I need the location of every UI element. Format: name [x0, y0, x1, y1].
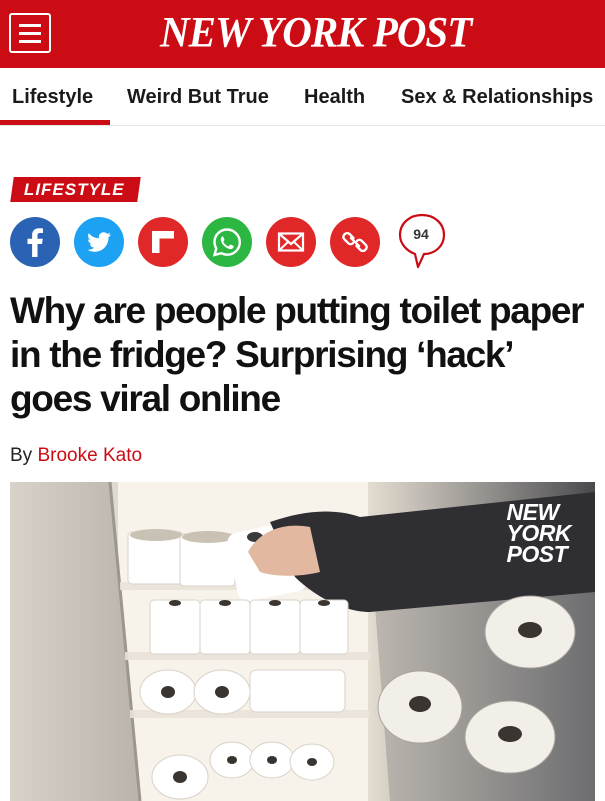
facebook-share-button[interactable]: [10, 217, 60, 267]
email-icon: [277, 232, 305, 252]
author-link[interactable]: Brooke Kato: [37, 445, 142, 466]
article-photo[interactable]: NEW YORK POST: [10, 482, 595, 801]
hamburger-menu-icon[interactable]: [9, 13, 51, 53]
photo-watermark: NEW YORK POST: [506, 501, 572, 567]
copy-link-icon: [342, 231, 368, 253]
byline: By Brooke Kato: [10, 445, 142, 467]
nav-item-weird-but-true[interactable]: Weird But True: [127, 86, 269, 109]
watermark-line-3: POST: [506, 541, 568, 567]
section-nav: Lifestyle Weird But True Health Sex & Re…: [0, 68, 605, 126]
whatsapp-share-button[interactable]: [202, 217, 252, 267]
comment-count[interactable]: 94: [398, 226, 444, 242]
facebook-icon: [27, 228, 43, 257]
copy-link-button[interactable]: [330, 217, 380, 267]
section-badge-label: LIFESTYLE: [24, 179, 125, 199]
flipboard-icon: [152, 231, 174, 253]
active-nav-indicator: [0, 120, 110, 125]
section-badge[interactable]: LIFESTYLE: [10, 177, 141, 202]
site-logo[interactable]: NEW YORK POST: [160, 7, 472, 57]
nav-item-sex-relationships[interactable]: Sex & Relationships: [401, 86, 593, 109]
flipboard-share-button[interactable]: [138, 217, 188, 267]
nav-item-lifestyle[interactable]: Lifestyle: [12, 86, 93, 109]
twitter-icon: [87, 232, 111, 252]
twitter-share-button[interactable]: [74, 217, 124, 267]
email-share-button[interactable]: [266, 217, 316, 267]
whatsapp-icon: [212, 228, 242, 257]
site-header: NEW YORK POST: [0, 0, 605, 68]
article-headline: Why are people putting toilet paper in t…: [10, 290, 585, 419]
byline-prefix: By: [10, 445, 33, 466]
nav-item-health[interactable]: Health: [304, 86, 365, 109]
